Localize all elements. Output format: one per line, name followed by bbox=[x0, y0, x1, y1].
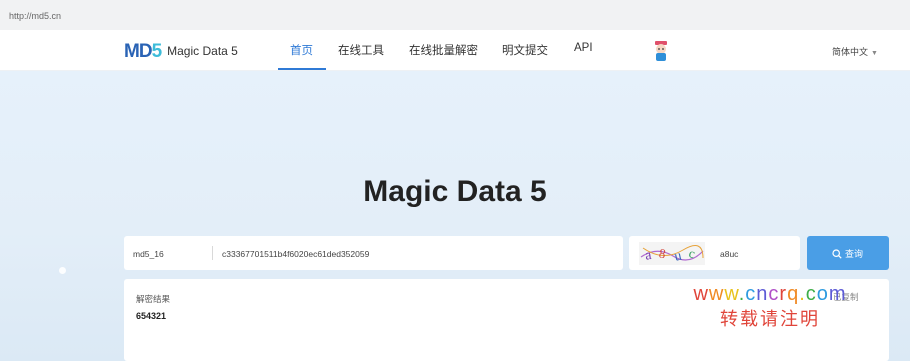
chevron-down-icon: ▼ bbox=[871, 50, 878, 57]
logo-mark-icon: MD5 bbox=[124, 40, 162, 62]
decorative-dot bbox=[59, 267, 66, 274]
result-label: 解密结果 bbox=[136, 294, 171, 304]
captcha-input[interactable]: a8uc bbox=[720, 249, 738, 259]
address-url[interactable]: http://md5.cn bbox=[9, 11, 61, 21]
algorithm-select[interactable]: md5_16 bbox=[133, 249, 164, 259]
search-button-content: 查询 bbox=[832, 247, 863, 260]
hash-search-box[interactable]: md5_16 c33367701511b4f6020ec61ded352059 bbox=[124, 236, 623, 270]
search-icon bbox=[832, 248, 842, 259]
top-nav: MD5 Magic Data 5 首页 在线工具 在线批量解密 明文提交 API… bbox=[0, 30, 910, 71]
search-button[interactable]: 查询 bbox=[807, 236, 889, 270]
hash-input[interactable]: c33367701511b4f6020ec61ded352059 bbox=[222, 249, 369, 259]
address-bar[interactable]: http://md5.cn bbox=[0, 0, 910, 31]
field-divider bbox=[212, 246, 213, 260]
nav-submit-plaintext[interactable]: 明文提交 bbox=[502, 42, 548, 58]
nav-batch-decrypt[interactable]: 在线批量解密 bbox=[409, 42, 478, 58]
mascot-icon bbox=[655, 41, 667, 61]
language-selector[interactable]: 简体中文 ▼ bbox=[832, 45, 878, 58]
nav-home[interactable]: 首页 bbox=[290, 42, 313, 58]
nav-online-tools[interactable]: 在线工具 bbox=[338, 42, 384, 58]
captcha-box[interactable]: a 8 u c a8uc bbox=[629, 236, 800, 270]
watermark-url: www.cncrq.com bbox=[690, 282, 850, 306]
result-value[interactable]: 654321 bbox=[136, 311, 166, 321]
active-tab-indicator bbox=[278, 68, 326, 70]
logo-text: Magic Data 5 bbox=[167, 44, 238, 58]
hero-title: Magic Data 5 bbox=[363, 175, 547, 208]
site-logo[interactable]: MD5 Magic Data 5 bbox=[124, 38, 238, 64]
captcha-image[interactable]: a 8 u c bbox=[639, 242, 705, 265]
search-button-label: 查询 bbox=[845, 249, 864, 259]
nav-api[interactable]: API bbox=[574, 42, 593, 54]
watermark-url-text: www.cncrq.com bbox=[693, 283, 847, 305]
language-label: 简体中文 bbox=[832, 47, 869, 57]
site-watermark: www.cncrq.com 转载请注明 bbox=[690, 282, 850, 332]
watermark-notice: 转载请注明 bbox=[720, 309, 820, 329]
